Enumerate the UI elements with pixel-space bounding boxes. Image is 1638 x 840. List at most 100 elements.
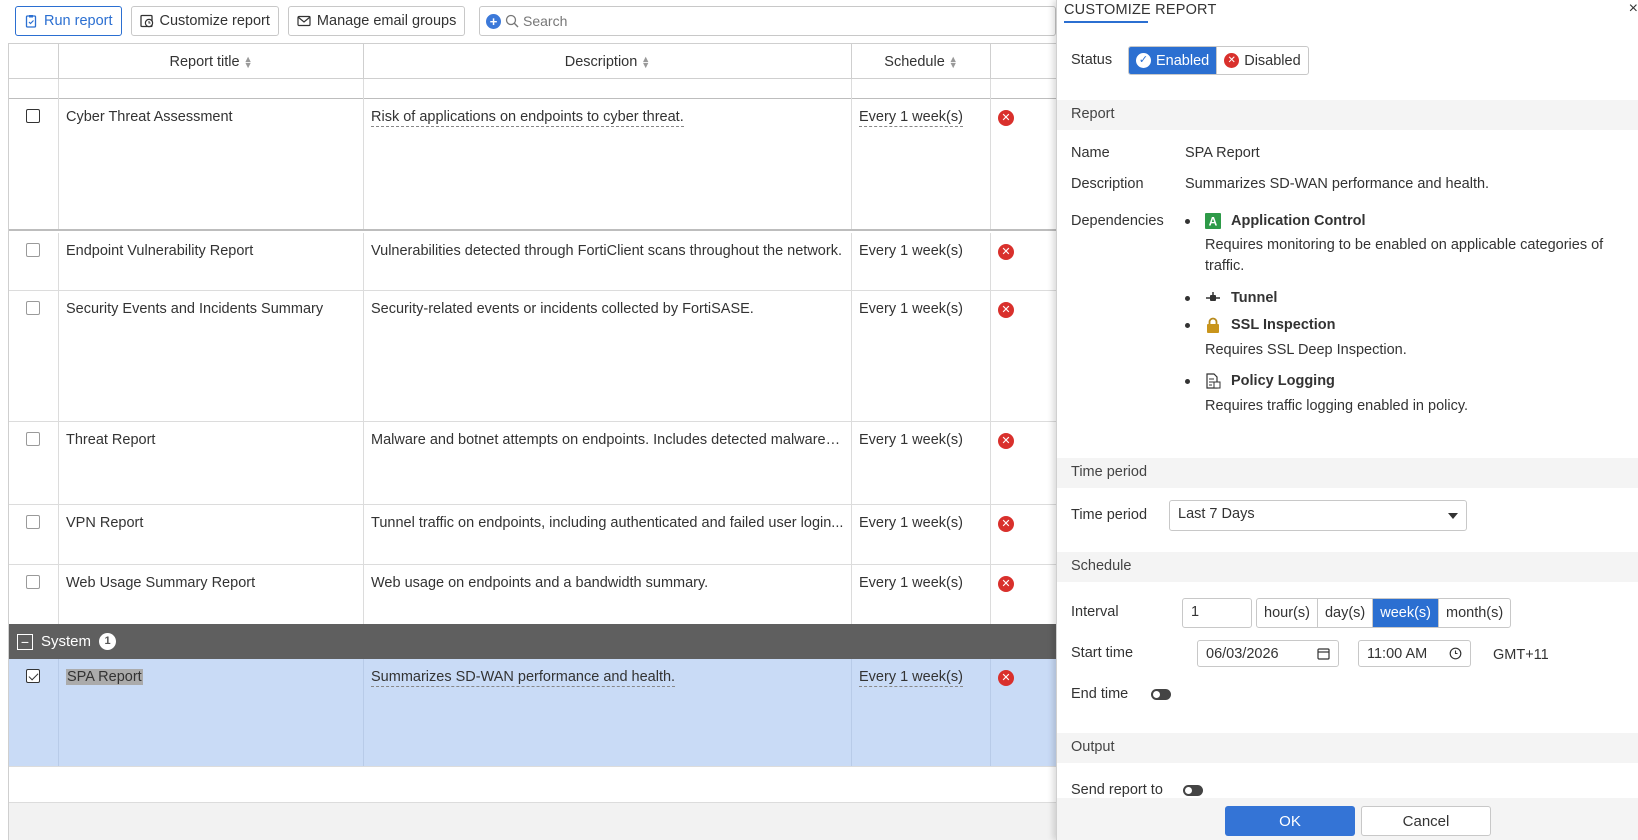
description-label: Description bbox=[1071, 176, 1144, 192]
collapse-icon[interactable]: − bbox=[17, 633, 33, 650]
row-checkbox[interactable] bbox=[26, 243, 40, 257]
row-checkbox[interactable] bbox=[26, 109, 40, 123]
disabled-status-icon: ✕ bbox=[998, 433, 1014, 449]
table-row[interactable]: Cyber Threat Assessment Risk of applicat… bbox=[9, 99, 1056, 231]
column-schedule-label: Schedule bbox=[884, 53, 945, 70]
check-circle-icon: ✓ bbox=[1136, 53, 1151, 68]
unit-days-option[interactable]: day(s) bbox=[1318, 599, 1374, 627]
disabled-status-icon: ✕ bbox=[998, 516, 1014, 532]
table-header: Report title ▲ ▼ Description ▲ ▼ Schedule … bbox=[9, 44, 1056, 79]
start-time-input[interactable]: 11:00 AM bbox=[1358, 640, 1471, 667]
panel-title-underline bbox=[1064, 21, 1148, 23]
column-description[interactable]: Description ▲ ▼ bbox=[364, 44, 852, 79]
section-output: Output bbox=[1057, 733, 1638, 763]
report-schedule[interactable]: Every 1 week(s) bbox=[859, 109, 963, 127]
lock-icon bbox=[1207, 317, 1219, 333]
cancel-button[interactable]: Cancel bbox=[1361, 806, 1491, 836]
add-filter-icon[interactable]: + bbox=[486, 13, 501, 29]
disabled-status-icon: ✕ bbox=[998, 670, 1014, 686]
status-enabled-option[interactable]: ✓ Enabled bbox=[1129, 47, 1218, 74]
column-status[interactable] bbox=[991, 44, 1056, 79]
report-title: Endpoint Vulnerability Report bbox=[59, 233, 364, 290]
start-time-label: Start time bbox=[1071, 645, 1134, 661]
report-description[interactable]: Risk of applications on endpoints to cyb… bbox=[371, 109, 684, 127]
clipboard-icon bbox=[25, 15, 37, 28]
time-period-label: Time period bbox=[1071, 507, 1148, 523]
end-time-toggle[interactable] bbox=[1151, 689, 1171, 700]
table-row[interactable]: Endpoint Vulnerability Report Vulnerabil… bbox=[9, 233, 1056, 291]
section-schedule: Schedule bbox=[1057, 552, 1638, 582]
reports-view: Run report Customize report Manage email… bbox=[0, 0, 1056, 840]
report-description[interactable]: Summarizes SD-WAN performance and health… bbox=[371, 669, 676, 687]
row-checkbox[interactable] bbox=[26, 301, 40, 315]
name-value: SPA Report bbox=[1185, 145, 1260, 161]
disabled-status-icon: ✕ bbox=[998, 110, 1014, 126]
report-description: Security-related events or incidents col… bbox=[364, 291, 852, 421]
customize-report-button[interactable]: Customize report bbox=[130, 6, 279, 36]
close-icon[interactable]: × bbox=[1629, 0, 1638, 18]
reports-table: Report title ▲ ▼ Description ▲ ▼ Schedule … bbox=[8, 43, 1056, 840]
table-row[interactable]: VPN Report Tunnel traffic on endpoints, … bbox=[9, 505, 1056, 565]
svg-text:A: A bbox=[1209, 215, 1218, 229]
table-footer bbox=[9, 802, 1056, 840]
sort-icon[interactable]: ▲ ▼ bbox=[244, 54, 253, 69]
time-period-select[interactable]: Last 7 Days bbox=[1169, 500, 1467, 531]
report-schedule: Every 1 week(s) bbox=[852, 291, 991, 421]
x-circle-icon: ✕ bbox=[1224, 53, 1240, 68]
bullet bbox=[1185, 379, 1190, 384]
table-row bbox=[9, 79, 1056, 99]
disabled-status-icon: ✕ bbox=[998, 576, 1014, 592]
dependencies-label: Dependencies bbox=[1071, 213, 1164, 229]
start-date-input[interactable]: 06/03/2026 bbox=[1197, 640, 1339, 667]
calendar-icon[interactable] bbox=[1317, 647, 1330, 660]
column-description-label: Description bbox=[564, 53, 638, 70]
customize-report-label: Customize report bbox=[159, 13, 270, 29]
select-all-column[interactable] bbox=[9, 44, 59, 79]
row-checkbox[interactable] bbox=[26, 432, 40, 446]
end-time-label: End time bbox=[1071, 686, 1129, 702]
unit-months-option[interactable]: month(s) bbox=[1439, 599, 1510, 627]
start-time-value: 11:00 AM bbox=[1367, 645, 1428, 662]
table-row[interactable]: Security Events and Incidents Summary Se… bbox=[9, 291, 1056, 422]
column-schedule[interactable]: Schedule ▲ ▼ bbox=[852, 44, 991, 79]
interval-input[interactable]: 1 bbox=[1182, 598, 1252, 628]
envelope-icon bbox=[297, 15, 311, 27]
row-checkbox[interactable] bbox=[26, 515, 40, 529]
send-report-toggle[interactable] bbox=[1183, 785, 1203, 796]
row-checkbox[interactable] bbox=[26, 669, 40, 683]
time-period-value: Last 7 Days bbox=[1178, 506, 1255, 522]
manage-email-groups-label: Manage email groups bbox=[316, 13, 457, 29]
dependency-name: SSL Inspection bbox=[1231, 317, 1336, 333]
search-box[interactable]: + Search bbox=[479, 6, 1056, 36]
column-report-title[interactable]: Report title ▲ ▼ bbox=[59, 44, 364, 79]
clock-icon[interactable] bbox=[1449, 647, 1462, 660]
sort-icon[interactable]: ▲ ▼ bbox=[949, 54, 958, 69]
table-row[interactable]: Web Usage Summary Report Web usage on en… bbox=[9, 565, 1056, 624]
group-header-system[interactable]: − System 1 bbox=[9, 624, 1056, 659]
report-schedule[interactable]: Every 1 week(s) bbox=[859, 669, 963, 687]
status-disabled-label: Disabled bbox=[1244, 52, 1301, 69]
report-title: Security Events and Incidents Summary bbox=[59, 291, 364, 421]
table-row[interactable]: Threat Report Malware and botnet attempt… bbox=[9, 422, 1056, 505]
panel-title: CUSTOMIZE REPORT bbox=[1064, 2, 1217, 18]
manage-email-groups-button[interactable]: Manage email groups bbox=[287, 6, 466, 36]
start-date-value: 06/03/2026 bbox=[1206, 645, 1279, 662]
run-report-button[interactable]: Run report bbox=[15, 6, 122, 36]
section-report: Report bbox=[1057, 100, 1638, 130]
table-row-selected[interactable]: SPA Report Summarizes SD-WAN performance… bbox=[9, 659, 1056, 767]
log-document-icon bbox=[1206, 373, 1221, 389]
unit-weeks-option[interactable]: week(s) bbox=[1373, 599, 1439, 627]
unit-hours-option[interactable]: hour(s) bbox=[1257, 599, 1318, 627]
report-schedule: Every 1 week(s) bbox=[852, 422, 991, 504]
report-title: Web Usage Summary Report bbox=[59, 565, 364, 624]
status-disabled-option[interactable]: ✕ Disabled bbox=[1217, 47, 1307, 74]
tunnel-icon bbox=[1206, 292, 1220, 301]
ok-button[interactable]: OK bbox=[1225, 806, 1355, 836]
row-checkbox[interactable] bbox=[26, 575, 40, 589]
report-description: Web usage on endpoints and a bandwidth s… bbox=[364, 565, 852, 624]
status-toggle: ✓ Enabled ✕ Disabled bbox=[1128, 46, 1309, 75]
sort-icon[interactable]: ▲ ▼ bbox=[641, 54, 650, 69]
group-name: System bbox=[41, 633, 92, 650]
group-count-badge: 1 bbox=[99, 633, 117, 650]
application-control-icon: A bbox=[1205, 213, 1221, 229]
